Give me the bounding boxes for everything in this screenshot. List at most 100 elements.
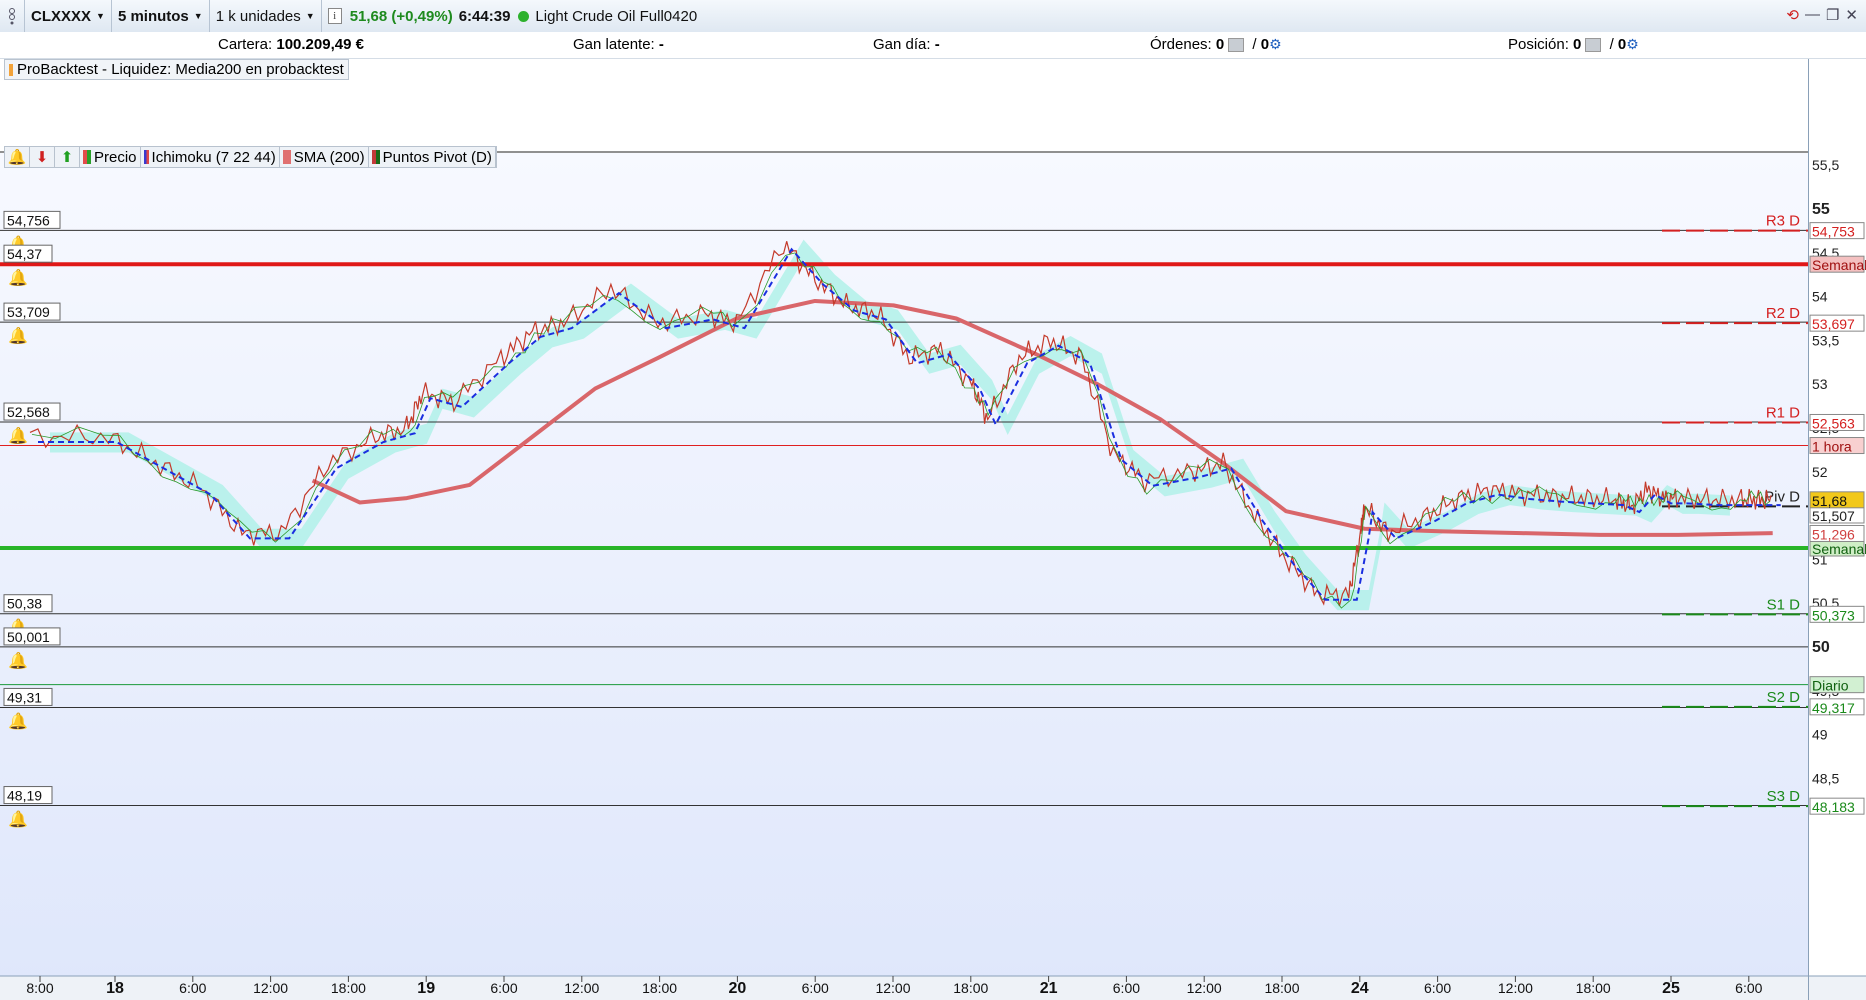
cartera-value: 100.209,49 € <box>276 36 364 53</box>
alert-price-label: 50,38 <box>7 596 42 612</box>
ichimoku-swatch-icon <box>143 150 149 164</box>
x-axis-tick: 6:00 <box>490 980 517 996</box>
alarm-bell-icon[interactable]: 🔔 <box>5 147 30 167</box>
extra-value-label: 51,296 <box>1812 526 1855 542</box>
units-selector[interactable]: 1 k unidades ▼ <box>210 0 322 32</box>
cancel-orders-icon[interactable] <box>1228 38 1245 53</box>
pivot-value-label: 50,373 <box>1812 607 1855 623</box>
y-axis-tick: 48,5 <box>1812 770 1839 786</box>
x-axis-tick: 20 <box>729 980 747 997</box>
axis-separator <box>1808 58 1809 1000</box>
x-axis-tick: 6:00 <box>179 980 206 996</box>
alert-bell-icon: 🔔 <box>8 427 28 445</box>
legend-item-precio[interactable]: Precio <box>80 147 141 167</box>
symbol-selector[interactable]: CLXXXX ▼ <box>25 0 112 32</box>
pivot-name: S2 D <box>1767 689 1801 706</box>
alert-price-label: 52,568 <box>7 404 50 420</box>
pivot-value-label: 48,183 <box>1812 799 1855 815</box>
menu-grip-icon[interactable] <box>0 0 25 32</box>
y-axis-tick: 53,5 <box>1812 332 1839 348</box>
x-axis-tick: 18:00 <box>1264 980 1299 996</box>
pivot-name: S3 D <box>1767 788 1801 805</box>
x-axis-tick: 12:00 <box>253 980 288 996</box>
alert-bell-icon: 🔔 <box>8 712 28 730</box>
gear-icon[interactable]: ⚙ <box>1269 36 1282 52</box>
quote-time: 6:44:39 <box>458 7 511 25</box>
pivot-name: R1 D <box>1766 404 1800 421</box>
ordenes: Órdenes: 0 / 0⚙ <box>1150 36 1282 53</box>
legend-item-pivot[interactable]: Puntos Pivot (D) <box>369 147 496 167</box>
close-icon[interactable]: ✕ <box>1845 6 1858 24</box>
alert-bell-icon: 🔔 <box>8 652 28 670</box>
pivot-value-label: 54,753 <box>1812 224 1855 240</box>
backtest-color-icon <box>9 64 13 77</box>
period-level-label: Semanal <box>1812 541 1866 557</box>
legend-item-ichimoku[interactable]: Ichimoku (7 22 44) <box>141 147 280 167</box>
alert-bell-icon: 🔔 <box>8 811 28 829</box>
instrument-name: Light Crude Oil Full0420 <box>535 7 698 25</box>
period-level-label: Semanal <box>1812 257 1866 273</box>
pivot-value-label: 53,697 <box>1812 316 1855 332</box>
y-axis-tick: 50 <box>1812 639 1830 656</box>
timeframe-label: 5 minutos <box>117 7 189 25</box>
x-axis-tick: 12:00 <box>1187 980 1222 996</box>
indicator-legend: 🔔 ⬇ ⬆ Precio Ichimoku (7 22 44) SMA (200… <box>4 146 497 168</box>
alert-price-label: 48,19 <box>7 788 42 804</box>
cartera: Cartera: 100.209,49 € <box>218 36 364 53</box>
price-swatch-icon <box>83 150 91 164</box>
buy-arrow-icon[interactable]: ⬆ <box>55 147 80 167</box>
gan-dia-label: Gan día: <box>873 36 931 53</box>
legend-label: SMA (200) <box>293 148 365 166</box>
legend-item-sma[interactable]: SMA (200) <box>280 147 369 167</box>
price-change: 51,68 (+0,49%) <box>349 7 453 25</box>
gan-latente-value: - <box>658 36 664 53</box>
x-axis-tick: 12:00 <box>564 980 599 996</box>
x-axis-tick: 18:00 <box>1576 980 1611 996</box>
x-axis-tick: 24 <box>1351 980 1369 997</box>
x-axis-tick: 6:00 <box>1424 980 1451 996</box>
ordenes-value: 0 <box>1215 36 1225 53</box>
backtest-label[interactable]: ProBacktest - Liquidez: Media200 en prob… <box>4 59 349 80</box>
y-axis-tick: 49 <box>1812 727 1828 743</box>
pivot-name: R2 D <box>1766 305 1800 322</box>
restore-icon[interactable]: ❐ <box>1826 6 1839 24</box>
y-axis-tick: 54 <box>1812 289 1828 305</box>
period-level-label: 1 hora <box>1812 439 1852 455</box>
status-dot-icon <box>518 10 530 22</box>
y-axis-tick: 53 <box>1812 376 1828 392</box>
timeframe-selector[interactable]: 5 minutos ▼ <box>112 0 210 32</box>
y-axis-tick: 52 <box>1812 464 1828 480</box>
gan-latente-label: Gan latente: <box>573 36 655 53</box>
toolbar: CLXXXX ▼ 5 minutos ▼ 1 k unidades ▼ i 51,68… <box>0 0 1866 33</box>
sell-arrow-icon[interactable]: ⬇ <box>30 147 55 167</box>
ordenes-value-2: 0 <box>1260 36 1270 53</box>
period-level-label: Diario <box>1812 678 1849 694</box>
minimize-icon[interactable]: — <box>1805 6 1820 24</box>
x-axis-tick: 19 <box>417 980 435 997</box>
last-price-label: 51,68 <box>1812 493 1847 509</box>
close-position-icon[interactable] <box>1585 38 1602 53</box>
legend-label: Precio <box>94 148 137 166</box>
backtest-text: ProBacktest - Liquidez: Media200 en prob… <box>17 61 344 78</box>
x-axis-tick: 6:00 <box>1113 980 1140 996</box>
x-axis-tick: 6:00 <box>1735 980 1762 996</box>
alert-price-label: 53,709 <box>7 304 50 320</box>
gear-icon[interactable]: ⚙ <box>1626 36 1639 52</box>
chevron-down-icon: ▼ <box>305 11 315 21</box>
alert-bell-icon: 🔔 <box>8 327 28 345</box>
info-icon[interactable]: i <box>327 8 342 24</box>
x-axis-tick: 18:00 <box>953 980 988 996</box>
symbol-label: CLXXXX <box>31 7 92 25</box>
pivot-value-label: 52,563 <box>1812 415 1855 431</box>
ordenes-separator: / <box>1252 36 1257 53</box>
x-axis-tick: 12:00 <box>1498 980 1533 996</box>
posicion-value-2: 0 <box>1617 36 1627 53</box>
posicion-separator: / <box>1609 36 1614 53</box>
units-label: 1 k unidades <box>215 7 301 25</box>
alert-price-label: 49,31 <box>7 689 42 705</box>
x-axis-tick: 8:00 <box>26 980 53 996</box>
posicion-value: 0 <box>1573 36 1582 53</box>
refresh-icon[interactable]: ⟲ <box>1786 6 1799 24</box>
pivot-name: Piv D <box>1764 488 1800 505</box>
y-axis-tick: 55,5 <box>1812 157 1839 173</box>
